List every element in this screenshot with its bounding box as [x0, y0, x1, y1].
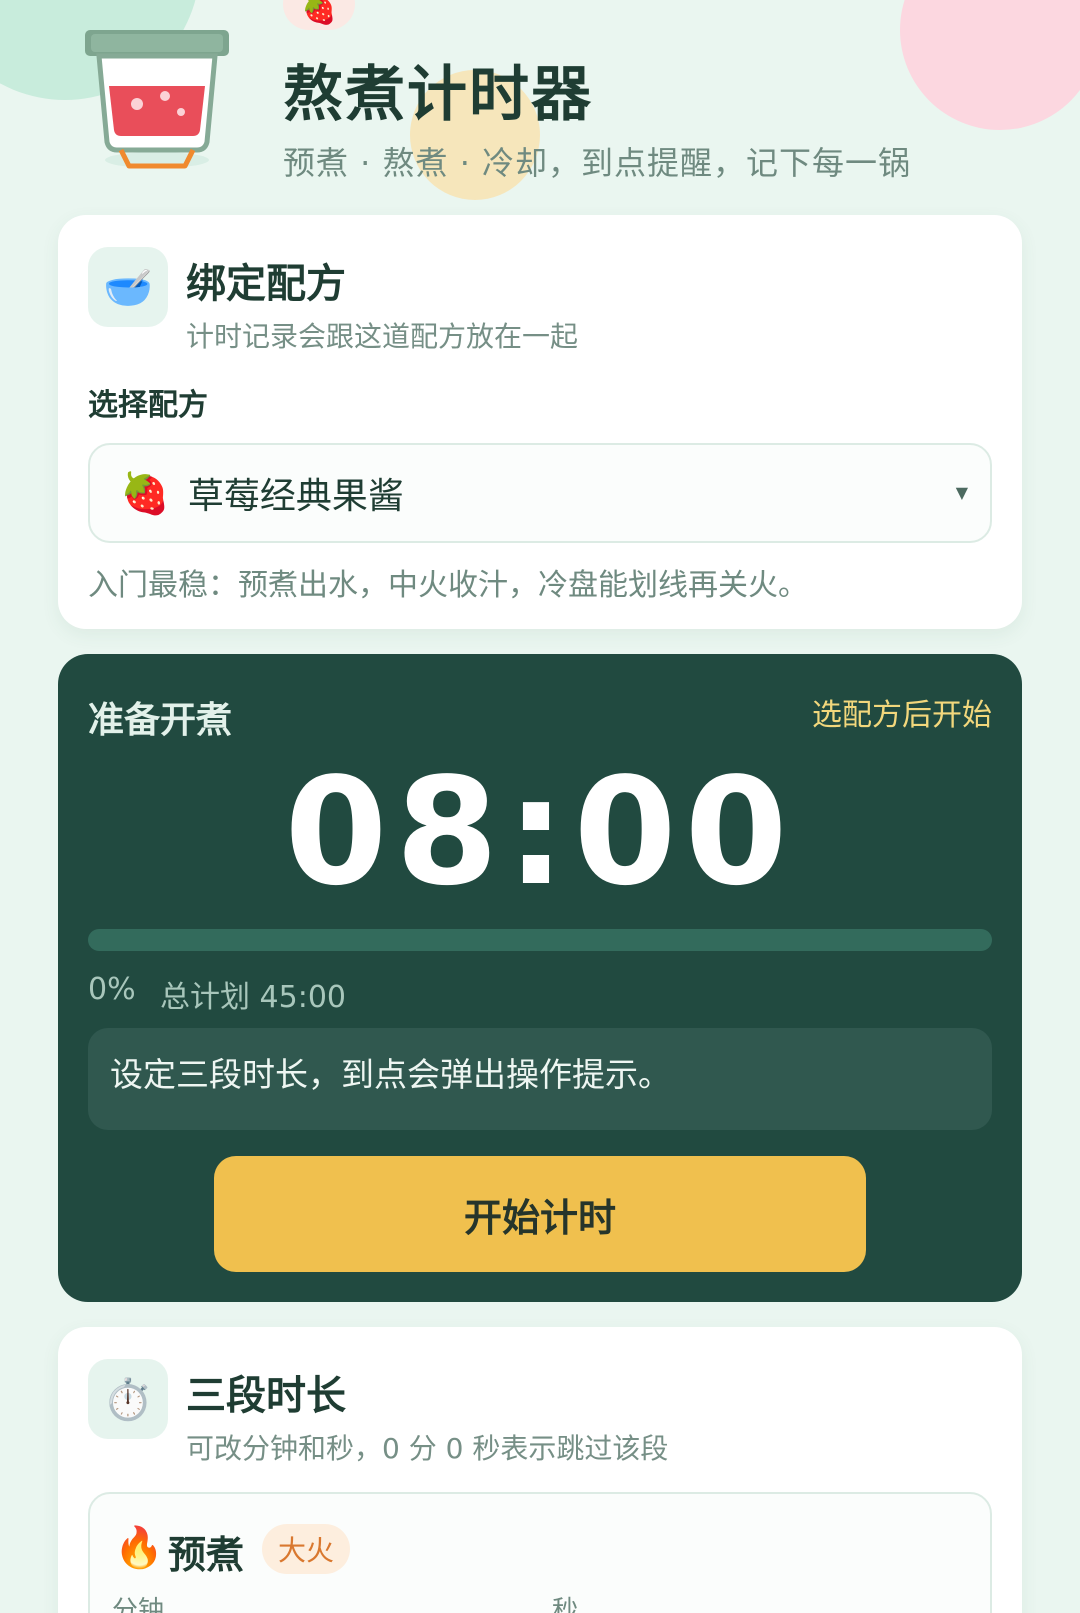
page-title: 熬煮计时器: [283, 60, 593, 130]
app-header: 熬煮计时器 预煮 · 熬煮 · 冷却，到点提醒，记下每一锅: [85, 26, 1045, 186]
strawberry-icon: 🍓: [301, 0, 337, 26]
jam-jar-icon: [85, 30, 229, 169]
total-plan: 总计划 45:00: [160, 980, 346, 1015]
recipe-card-title: 绑定配方: [186, 261, 346, 307]
stage-name: 预煮: [168, 1533, 245, 1577]
timer-panel: 准备开煮 选配方后开始 08:00 0% 总计划 45:00 设定三段时长，到点…: [58, 654, 1022, 1302]
fire-icon: 🔥: [114, 1525, 164, 1571]
dropdown-caret-icon: ▼: [955, 483, 968, 502]
stages-card: ⏱️ 三段时长 可改分钟和秒，0 分 0 秒表示跳过该段 🔥 预煮 大火 分钟 …: [58, 1327, 1022, 1613]
seconds-label: 秒: [552, 1596, 579, 1613]
minutes-label: 分钟: [112, 1596, 165, 1613]
start-timer-button[interactable]: 开始计时: [214, 1156, 866, 1272]
timer-state: 准备开煮: [88, 700, 233, 741]
recipe-card: 🥣 绑定配方 计时记录会跟这道配方放在一起 选择配方 🍓 草莓经典果酱 ▼ 入门…: [58, 215, 1022, 629]
stages-card-subtitle: 可改分钟和秒，0 分 0 秒表示跳过该段: [186, 1432, 669, 1465]
timer-hint: 选配方后开始: [812, 698, 992, 733]
recipe-select[interactable]: 🍓 草莓经典果酱 ▼: [88, 443, 992, 543]
heat-level-badge: 大火: [262, 1524, 351, 1574]
timer-clock: 08:00: [284, 746, 796, 918]
strawberry-icon: 🍓: [120, 470, 170, 517]
recipe-select-value: 草莓经典果酱: [187, 476, 404, 517]
recipe-select-label: 选择配方: [88, 388, 208, 423]
progress-bar: [88, 929, 992, 951]
recipe-tip: 入门最稳：预煮出水，中火收汁，冷盘能划线再关火。: [88, 568, 808, 603]
bowl-icon: 🥣: [88, 247, 168, 327]
progress-percent: 0%: [88, 972, 136, 1007]
stages-card-title: 三段时长: [186, 1373, 346, 1419]
stopwatch-icon: ⏱️: [88, 1359, 168, 1439]
timer-message: 设定三段时长，到点会弹出操作提示。: [88, 1028, 992, 1130]
stage-item-preboil: 🔥 预煮 大火 分钟 秒: [88, 1492, 992, 1613]
recipe-card-subtitle: 计时记录会跟这道配方放在一起: [186, 320, 579, 353]
page: 🍓 熬煮计时器 预煮 · 熬煮 · 冷却，到点提醒，记下每一锅 🥣 绑定配方 计…: [0, 0, 1080, 1613]
page-subtitle: 预煮 · 熬煮 · 冷却，到点提醒，记下每一锅: [283, 144, 912, 182]
